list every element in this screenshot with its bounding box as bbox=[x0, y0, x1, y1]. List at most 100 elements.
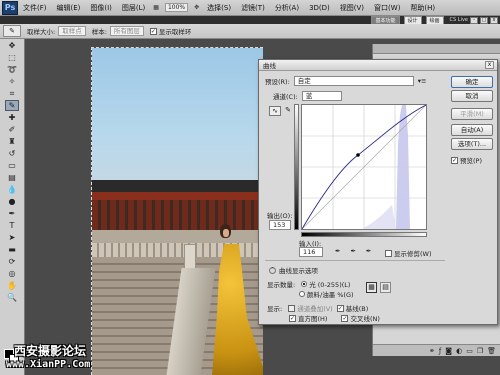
separator-1 bbox=[265, 260, 445, 261]
intersection-checkbox[interactable]: ✓ bbox=[341, 314, 349, 322]
channel-select[interactable]: 蓝 bbox=[301, 91, 342, 101]
menu-view[interactable]: 视图(V) bbox=[335, 3, 369, 13]
history-brush-tool-icon[interactable]: ↺ bbox=[5, 148, 19, 159]
show-row-2: ✓ 直方图(H) ✓ 交叉线(N) bbox=[289, 313, 380, 323]
sample-label: 样本: bbox=[91, 28, 107, 36]
preview-checkbox[interactable]: ✓ bbox=[451, 156, 458, 164]
menu-layer[interactable]: 图层(L) bbox=[117, 3, 150, 13]
sample-size-select[interactable]: 取样点 bbox=[58, 26, 86, 36]
sample-select[interactable]: 所有图层 bbox=[109, 26, 144, 36]
curve-pencil-tool-icon[interactable]: ✎ bbox=[283, 106, 293, 116]
watermark-title: 西安摄影论坛 bbox=[14, 344, 87, 358]
shape-tool-icon[interactable]: ▬ bbox=[5, 244, 19, 255]
new-layer-icon[interactable]: ❐ bbox=[477, 347, 483, 355]
curve-graph[interactable] bbox=[301, 104, 427, 230]
fx-icon[interactable]: ƒ bbox=[439, 347, 441, 355]
menu-analysis[interactable]: 分析(A) bbox=[270, 3, 304, 13]
adjustment-icon[interactable]: ◐ bbox=[456, 347, 462, 355]
preset-menu-icon[interactable]: ▾≡ bbox=[418, 77, 427, 85]
curves-title-bar[interactable]: 曲线 bbox=[259, 60, 497, 71]
close-button[interactable]: x bbox=[490, 16, 498, 24]
grid-detailed-icon[interactable]: ▤ bbox=[380, 282, 391, 293]
smooth-button[interactable]: 平滑(M) bbox=[451, 108, 493, 120]
gray-eyedropper-icon[interactable]: ✒ bbox=[350, 247, 355, 255]
black-eyedropper-icon[interactable]: ✒ bbox=[335, 247, 340, 255]
preset-select[interactable]: 自定 bbox=[293, 76, 414, 86]
blur-tool-icon[interactable]: 💧 bbox=[5, 184, 19, 195]
menu-3d[interactable]: 3D(D) bbox=[304, 4, 335, 12]
lasso-tool-icon[interactable]: ➰ bbox=[5, 64, 19, 75]
curve-options-label: 曲线显示选项 bbox=[279, 267, 318, 275]
curves-dialog: 曲线 x 预设(R): 自定 ▾≡ 通道(C): 蓝 ∿ ✎ 输出(O): 15… bbox=[258, 59, 498, 325]
input-field[interactable]: 116 bbox=[299, 247, 323, 257]
cancel-button[interactable]: 取消 bbox=[451, 90, 493, 102]
pigment-radio[interactable] bbox=[299, 291, 305, 297]
show-amount-row: 显示数量: 光 (0-255)(L) bbox=[267, 279, 350, 289]
folder-icon[interactable]: ▭ bbox=[466, 347, 473, 355]
healing-brush-tool-icon[interactable]: ✚ bbox=[5, 112, 19, 123]
preset-label: 预设(R): bbox=[265, 78, 290, 86]
light-radio[interactable] bbox=[301, 281, 308, 287]
eyedropper-tool-icon[interactable]: ✎ bbox=[5, 100, 19, 111]
channel-overlay-checkbox[interactable] bbox=[288, 304, 296, 312]
menu-filter[interactable]: 滤镜(T) bbox=[236, 3, 270, 13]
grid-simple-icon[interactable]: ▦ bbox=[366, 282, 377, 293]
ok-button[interactable]: 确定 bbox=[451, 76, 493, 88]
hand-icon[interactable]: ✥ bbox=[191, 4, 202, 11]
menu-help[interactable]: 帮助(H) bbox=[405, 3, 440, 13]
menu-select[interactable]: 选择(S) bbox=[202, 3, 236, 13]
type-tool-icon[interactable]: T bbox=[5, 220, 19, 231]
arrange-icon[interactable]: ▦ bbox=[150, 4, 162, 11]
maximize-button[interactable]: □ bbox=[480, 16, 488, 24]
link-icon[interactable]: ⚭ bbox=[429, 347, 435, 355]
quick-select-tool-icon[interactable]: ✧ bbox=[5, 76, 19, 87]
trash-icon[interactable]: 🗑 bbox=[487, 347, 496, 355]
move-tool-icon[interactable]: ✥ bbox=[5, 40, 19, 51]
zoom-tool-icon[interactable]: 🔍 bbox=[5, 292, 19, 303]
histogram-label: 直方图(H) bbox=[298, 315, 328, 323]
preset-row: 预设(R): 自定 ▾≡ bbox=[265, 76, 427, 86]
mask-icon[interactable]: ◙ bbox=[445, 347, 452, 355]
menu-file[interactable]: 文件(F) bbox=[18, 3, 52, 13]
hand-tool-icon[interactable]: ✋ bbox=[5, 280, 19, 291]
auto-button[interactable]: 自动(A) bbox=[451, 124, 493, 136]
document-image[interactable] bbox=[91, 47, 263, 375]
dodge-tool-icon[interactable]: ● bbox=[5, 196, 19, 207]
gradient-tool-icon[interactable]: ▤ bbox=[5, 172, 19, 183]
3d-rotate-tool-icon[interactable]: ⟳ bbox=[5, 256, 19, 267]
eyedroppers: ✒ ✒ ✒ bbox=[335, 247, 371, 255]
3d-camera-tool-icon[interactable]: ◎ bbox=[5, 268, 19, 279]
menu-bar: Ps 文件(F) 编辑(E) 图像(I) 图层(L) ▦ 100% ✥ 选择(S… bbox=[0, 0, 500, 16]
show-label: 显示: bbox=[267, 305, 283, 313]
clone-stamp-tool-icon[interactable]: ♜ bbox=[5, 136, 19, 147]
menu-image[interactable]: 图像(I) bbox=[85, 3, 117, 13]
menu-window[interactable]: 窗口(W) bbox=[369, 3, 405, 13]
curve-point-tool-icon[interactable]: ∿ bbox=[269, 106, 281, 116]
baseline-checkbox[interactable]: ✓ bbox=[336, 304, 344, 312]
show-clipping-checkbox[interactable] bbox=[385, 249, 392, 257]
preview-label: 预览(P) bbox=[460, 157, 482, 165]
marquee-tool-icon[interactable]: ⬚ bbox=[5, 52, 19, 63]
channel-row: 通道(C): 蓝 bbox=[273, 91, 342, 101]
menu-edit[interactable]: 编辑(E) bbox=[52, 3, 86, 13]
expand-options-icon[interactable]: ⌃ bbox=[269, 266, 276, 274]
brush-tool-icon[interactable]: ✐ bbox=[5, 124, 19, 135]
path-select-tool-icon[interactable]: ➤ bbox=[5, 232, 19, 243]
dialog-close-button[interactable]: x bbox=[485, 61, 494, 69]
photo-palace-wall bbox=[92, 200, 263, 230]
cs-live-button[interactable]: CS Live bbox=[450, 17, 468, 23]
pen-tool-icon[interactable]: ✒ bbox=[5, 208, 19, 219]
options-button[interactable]: 选项(T)... bbox=[451, 138, 493, 150]
zoom-level[interactable]: 100% bbox=[164, 3, 189, 12]
minimize-button[interactable]: - bbox=[470, 16, 478, 24]
panel-tabs[interactable] bbox=[373, 44, 500, 54]
crop-tool-icon[interactable]: ⌗ bbox=[5, 88, 19, 99]
output-field[interactable]: 153 bbox=[269, 220, 291, 230]
light-label: 光 (0-255)(L) bbox=[309, 281, 351, 289]
eraser-tool-icon[interactable]: ▭ bbox=[5, 160, 19, 171]
white-eyedropper-icon[interactable]: ✒ bbox=[366, 247, 371, 255]
eyedropper-icon[interactable]: ✎ bbox=[3, 25, 21, 37]
show-amount-label: 显示数量: bbox=[267, 281, 296, 289]
show-sampling-ring-checkbox[interactable]: ✓ bbox=[149, 27, 157, 35]
histogram-checkbox[interactable]: ✓ bbox=[289, 314, 296, 322]
